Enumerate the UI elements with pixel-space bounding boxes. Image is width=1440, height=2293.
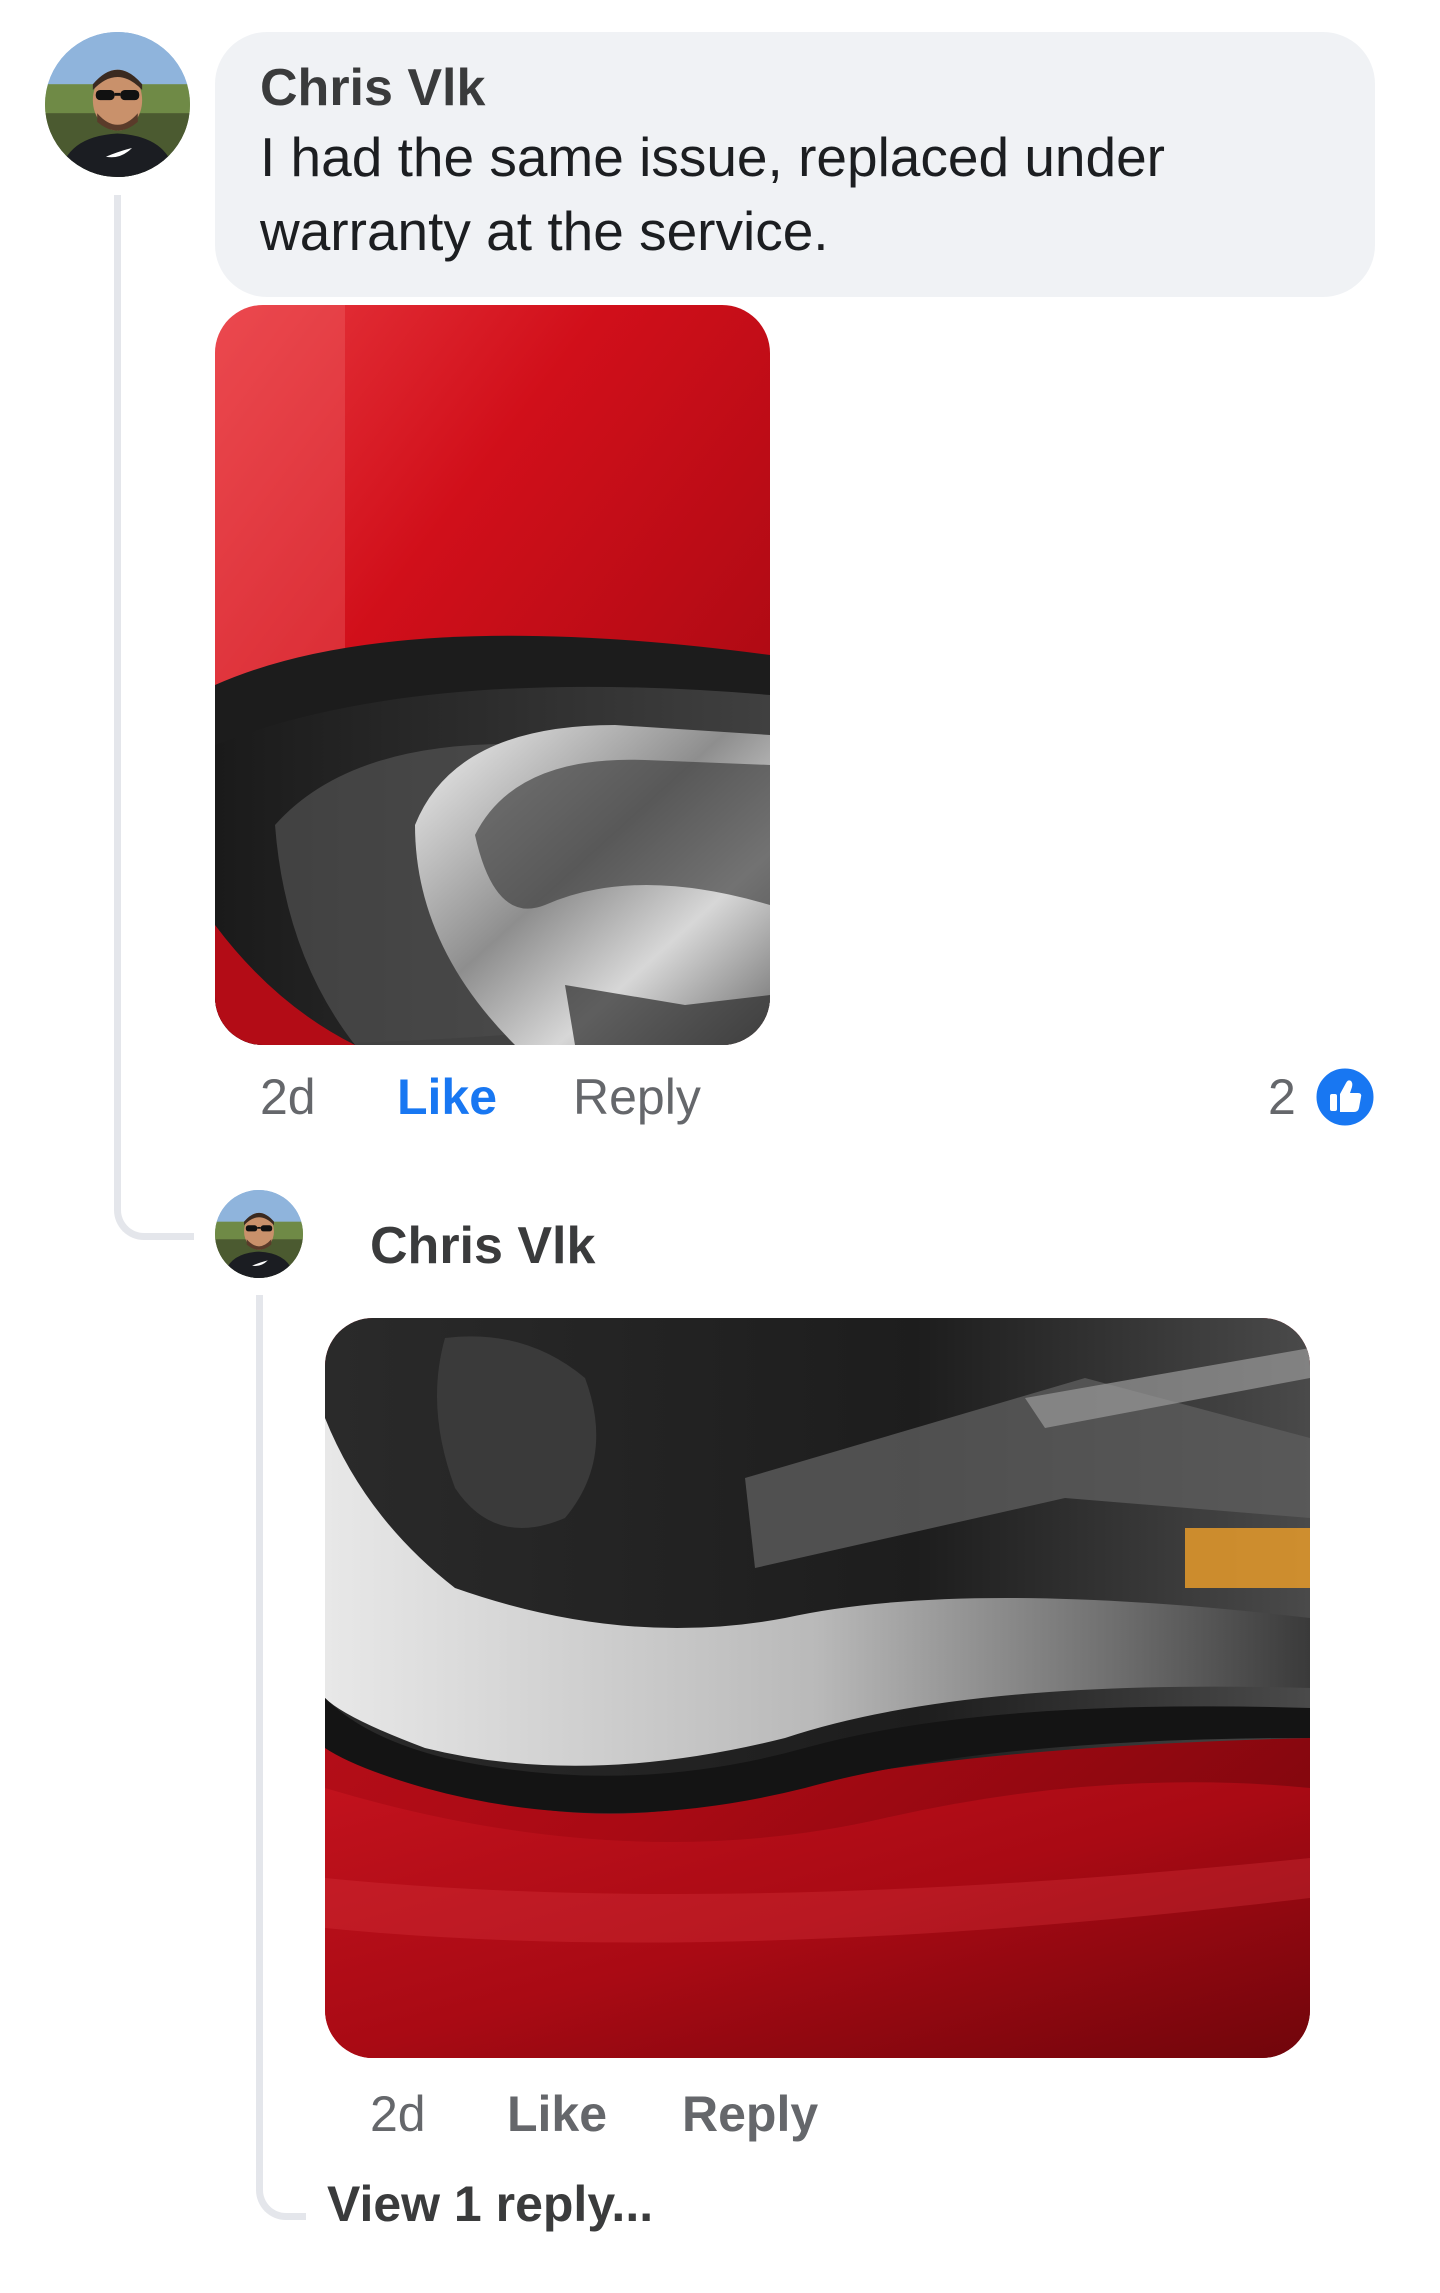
view-replies-link[interactable]: View 1 reply... — [327, 2175, 653, 2233]
reply-button[interactable]: Reply — [573, 1068, 701, 1126]
avatar-photo — [215, 1190, 303, 1278]
headlight-photo — [325, 1318, 1310, 2058]
thread-line — [114, 195, 121, 1195]
reply-photo[interactable] — [325, 1318, 1310, 2058]
comment-text-line: I had the same issue, replaced under — [260, 126, 1166, 188]
reply-timestamp[interactable]: 2d — [370, 2085, 426, 2143]
reaction-count[interactable]: 2 — [1268, 1068, 1296, 1126]
comment-text: I had the same issue, replaced under war… — [260, 120, 1165, 268]
reply-thread-line — [256, 1295, 263, 2175]
comment-text-line: warranty at the service. — [260, 200, 829, 262]
reply-like-button[interactable]: Like — [507, 2085, 607, 2143]
comment-author-name[interactable]: Chris Vlk — [260, 58, 485, 118]
reply-reply-button[interactable]: Reply — [682, 2085, 818, 2143]
headlight-photo — [215, 305, 770, 1045]
thread-line-curve — [114, 1170, 194, 1240]
comment-photo[interactable] — [215, 305, 770, 1045]
like-button[interactable]: Like — [397, 1068, 497, 1126]
thumbs-up-icon[interactable] — [1313, 1065, 1377, 1129]
comment-timestamp[interactable]: 2d — [260, 1068, 316, 1126]
comment-bubble: Chris Vlk I had the same issue, replaced… — [215, 32, 1375, 297]
reply-thread-line-curve — [256, 2150, 306, 2220]
avatar[interactable] — [45, 32, 190, 177]
reply-avatar[interactable] — [215, 1190, 303, 1278]
avatar-photo — [45, 32, 190, 177]
reply-author-name[interactable]: Chris Vlk — [370, 1216, 595, 1276]
